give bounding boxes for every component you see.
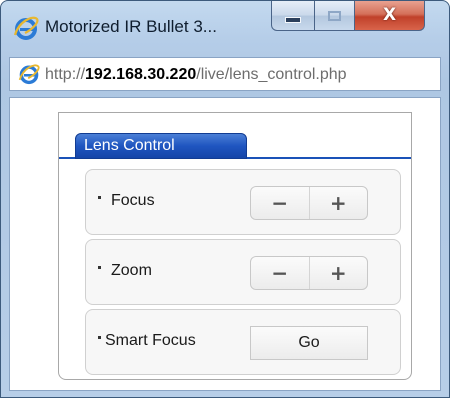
title-bar[interactable]: Motorized IR Bullet 3... X — [1, 1, 449, 53]
bullet-icon — [98, 196, 101, 199]
smart-focus-label: Smart Focus — [98, 332, 196, 350]
page-content: Lens Control Focus − + Zoom − + Smart Fo… — [9, 97, 441, 391]
window-title: Motorized IR Bullet 3... — [45, 17, 217, 36]
address-url[interactable]: http://192.168.30.220/live/lens_control.… — [45, 66, 347, 84]
zoom-controls: − + — [250, 256, 368, 290]
maximize-icon — [328, 10, 341, 21]
smart-focus-go-button[interactable]: Go — [250, 326, 368, 360]
bullet-icon — [98, 266, 101, 269]
address-bar[interactable]: http://192.168.30.220/live/lens_control.… — [9, 57, 441, 91]
zoom-plus-button[interactable]: + — [308, 257, 368, 289]
close-button[interactable]: X — [355, 1, 425, 31]
internet-explorer-icon — [18, 64, 40, 85]
url-path: /live/lens_control.php — [196, 66, 347, 83]
internet-explorer-icon — [13, 16, 39, 40]
focus-controls: − + — [250, 186, 368, 220]
window-controls: X — [271, 1, 425, 31]
lens-control-panel: Lens Control Focus − + Zoom − + Smart Fo… — [58, 112, 412, 380]
url-scheme: http:// — [45, 66, 86, 83]
url-host: 192.168.30.220 — [85, 66, 197, 83]
minimize-icon — [285, 16, 301, 23]
close-icon: X — [382, 5, 397, 25]
focus-plus-button[interactable]: + — [308, 187, 368, 219]
zoom-row: Zoom − + — [85, 239, 401, 305]
focus-label: Focus — [98, 192, 155, 210]
bullet-icon — [98, 336, 101, 339]
zoom-label: Zoom — [98, 262, 152, 280]
browser-window: Motorized IR Bullet 3... X http://192.16… — [0, 0, 450, 398]
zoom-minus-button[interactable]: − — [251, 257, 309, 289]
maximize-button[interactable] — [315, 1, 355, 31]
tab-lens-control[interactable]: Lens Control — [75, 133, 247, 159]
minimize-button[interactable] — [271, 1, 315, 31]
smart-focus-row: Smart Focus Go — [85, 309, 401, 375]
focus-row: Focus − + — [85, 169, 401, 235]
focus-minus-button[interactable]: − — [251, 187, 309, 219]
